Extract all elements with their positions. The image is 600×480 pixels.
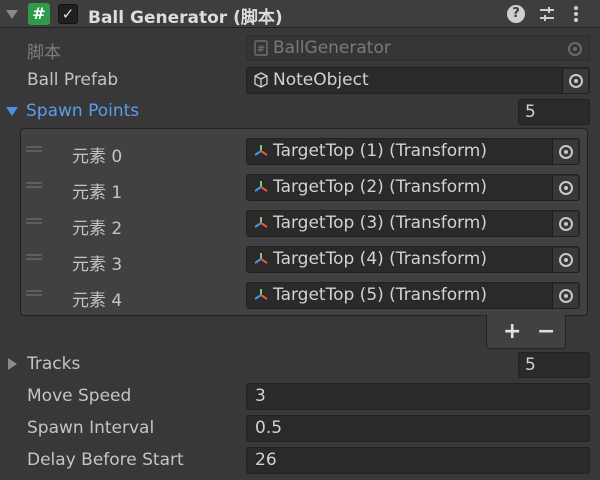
transform-icon [253,287,269,303]
object-picker-icon[interactable] [552,176,578,200]
element-label: 元素 4 [72,291,123,311]
drag-handle-icon[interactable] [26,254,42,260]
more-icon[interactable] [566,4,586,24]
fold-arrow-icon[interactable] [6,10,18,19]
list-footer: + − [486,315,566,349]
component-header: # ✓ Ball Generator (脚本) ? [0,0,600,28]
transform-icon [253,251,269,267]
drag-handle-icon[interactable] [26,290,42,296]
script-value: BallGenerator [273,38,391,58]
object-picker-icon[interactable] [552,212,578,236]
element-label: 元素 0 [72,147,123,167]
object-picker-icon[interactable] [552,248,578,272]
delay-before-start-field[interactable]: 26 [246,447,590,474]
element-field[interactable]: TargetTop (4) (Transform) [246,246,580,273]
spawn-interval-label: Spawn Interval [27,418,155,438]
transform-icon [253,143,269,159]
element-value: TargetTop (2) (Transform) [273,177,487,197]
spawn-points-label[interactable]: Spawn Points [26,101,139,121]
delay-before-start-label: Delay Before Start [27,450,184,470]
element-label: 元素 1 [72,183,123,203]
script-label: 脚本 [27,43,61,63]
script-icon: # [28,3,50,25]
tracks-label[interactable]: Tracks [27,354,80,374]
remove-element-button[interactable]: − [537,319,555,344]
spawn-interval-field[interactable]: 0.5 [246,415,590,442]
prefab-cube-icon [253,72,269,88]
object-picker-icon[interactable] [552,140,578,164]
element-field[interactable]: TargetTop (2) (Transform) [246,174,580,201]
ball-prefab-field[interactable]: NoteObject [246,67,590,94]
object-picker-icon[interactable] [562,69,588,93]
move-speed-value: 3 [255,386,266,406]
script-file-icon: # [253,40,269,56]
tracks-count-value: 5 [525,355,536,375]
transform-icon [253,215,269,231]
move-speed-field[interactable]: 3 [246,383,590,410]
tracks-count[interactable]: 5 [518,352,590,378]
element-value: TargetTop (5) (Transform) [273,285,487,305]
drag-handle-icon[interactable] [26,146,42,152]
ball-prefab-label: Ball Prefab [27,70,119,90]
enabled-checkbox[interactable]: ✓ [58,4,78,24]
element-value: TargetTop (1) (Transform) [273,141,487,161]
add-element-button[interactable]: + [503,319,521,344]
expand-arrow-icon[interactable] [6,107,18,116]
object-picker-icon [562,37,588,60]
element-value: TargetTop (3) (Transform) [273,213,487,233]
object-picker-icon[interactable] [552,284,578,308]
transform-icon [253,179,269,195]
help-icon[interactable]: ? [507,5,525,23]
element-value: TargetTop (4) (Transform) [273,249,487,269]
expand-arrow-icon[interactable] [8,358,17,370]
drag-handle-icon[interactable] [26,218,42,224]
spawn-interval-value: 0.5 [255,418,283,438]
ball-prefab-value: NoteObject [273,70,369,90]
element-field[interactable]: TargetTop (3) (Transform) [246,210,580,237]
component-title: Ball Generator (脚本) [88,8,283,28]
element-label: 元素 2 [72,219,123,239]
spawn-points-count-value: 5 [525,102,536,122]
element-label: 元素 3 [72,255,123,275]
svg-text:#: # [257,44,265,55]
element-field[interactable]: TargetTop (5) (Transform) [246,282,580,309]
move-speed-label: Move Speed [27,386,132,406]
spawn-points-count[interactable]: 5 [518,99,590,125]
drag-handle-icon[interactable] [26,182,42,188]
delay-before-start-value: 26 [255,450,277,470]
element-field[interactable]: TargetTop (1) (Transform) [246,138,580,165]
presets-icon[interactable] [537,4,557,24]
script-field: # BallGenerator [246,35,590,61]
